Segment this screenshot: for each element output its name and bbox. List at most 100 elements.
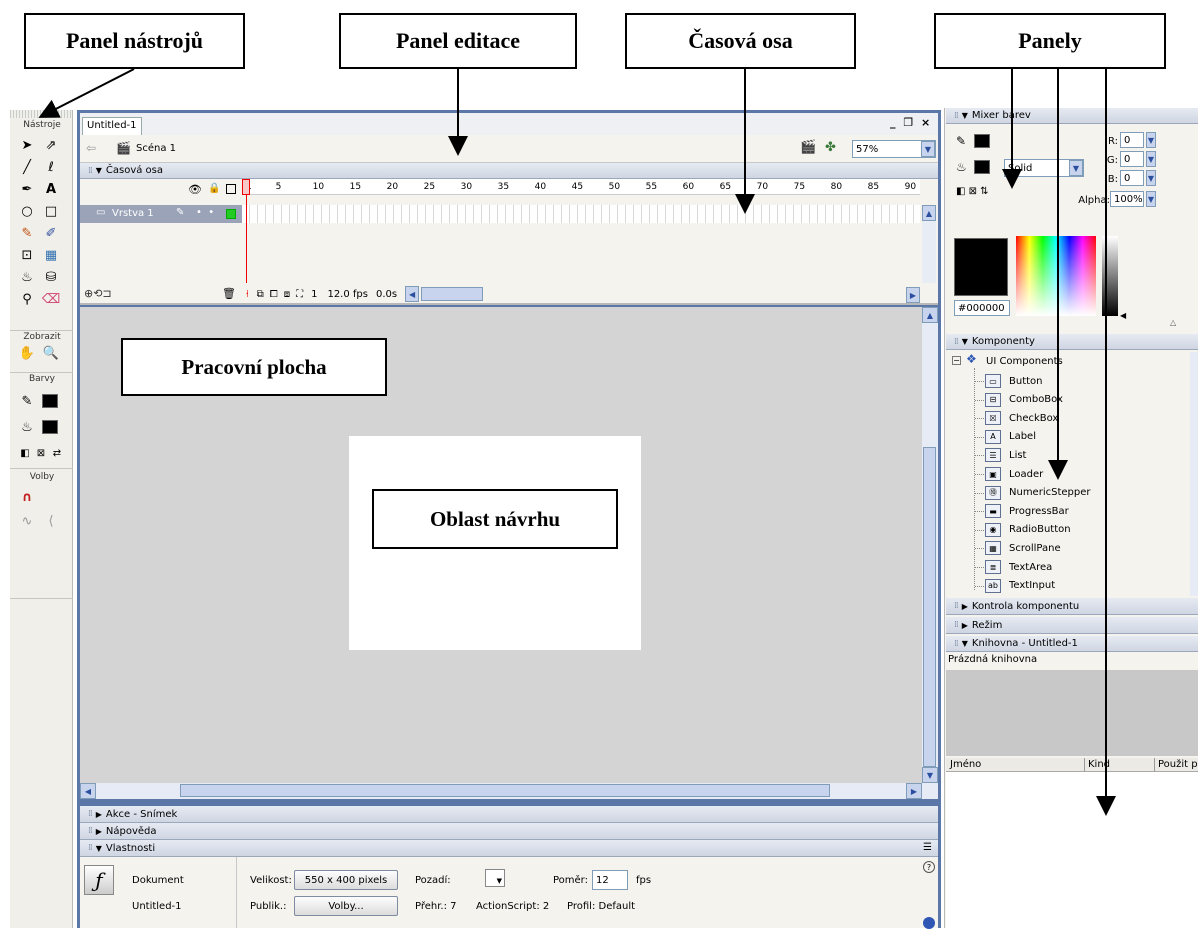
color-spectrum[interactable] <box>1016 236 1096 316</box>
zoom-select[interactable]: 57% ▼ <box>852 140 936 158</box>
pen-tool-icon[interactable]: ✒ <box>18 180 36 198</box>
library-header[interactable]: ⁞⁞ ▼ Knihovna - Untitled-1 <box>946 636 1198 652</box>
fill-color-icon[interactable]: ♨ <box>956 160 967 174</box>
b-chevron-icon[interactable]: ▼ <box>1146 170 1156 186</box>
onion-outline-icon[interactable]: ⧠ <box>270 289 278 300</box>
panel-menu-icon[interactable]: ☰ <box>923 842 932 853</box>
frame-ruler[interactable]: 151015202530354045505560657075808590 <box>242 179 920 195</box>
tree-collapse-icon[interactable]: − <box>952 356 961 365</box>
component-item[interactable]: ☰ List <box>975 446 1026 464</box>
panel-properties-header[interactable]: ⁞⁞ ▼ Vlastnosti ☰ <box>80 840 938 857</box>
stage-scroll-up-icon[interactable]: ▲ <box>922 307 938 323</box>
components-header[interactable]: ⁞⁞ ▼ Komponenty <box>946 334 1198 350</box>
component-item[interactable]: A Label <box>975 428 1036 446</box>
component-item[interactable]: ▭ Button <box>975 372 1043 390</box>
eraser-tool-icon[interactable]: ⌫ <box>42 290 60 308</box>
component-item[interactable]: ⓾ NumericStepper <box>975 484 1090 502</box>
delete-layer-icon[interactable]: 🗑 <box>222 287 236 300</box>
library-col-name[interactable]: Jméno <box>950 759 981 770</box>
stroke-color-swatch[interactable] <box>42 394 58 408</box>
component-item[interactable]: ◉ RadioButton <box>975 521 1071 539</box>
components-vscroll[interactable] <box>1190 352 1198 596</box>
b-input[interactable]: 0 <box>1120 170 1144 186</box>
timeline-hscroll-thumb[interactable] <box>421 287 484 301</box>
lock-icon[interactable]: 🔒 <box>208 183 220 194</box>
line-tool-icon[interactable]: ╱ <box>18 158 36 176</box>
mixer-stroke-swatch[interactable] <box>974 134 990 148</box>
expand-icon[interactable] <box>923 917 935 929</box>
document-tab[interactable]: Untitled-1 <box>82 117 142 135</box>
alpha-chevron-icon[interactable]: ▼ <box>1146 191 1156 207</box>
straighten-icon[interactable]: ⟨ <box>42 512 60 530</box>
stroke-color-icon[interactable]: ✎ <box>956 134 966 148</box>
eye-icon[interactable]: 👁 <box>188 183 202 196</box>
component-item[interactable]: ≣ TextArea <box>975 558 1052 576</box>
options-button[interactable]: Volby... <box>294 896 398 916</box>
component-item[interactable]: ab TextInput <box>975 577 1055 595</box>
rectangle-tool-icon[interactable]: □ <box>42 202 60 220</box>
eyedropper-tool-icon[interactable]: ⚲ <box>18 290 36 308</box>
subselection-tool-icon[interactable]: ⇗ <box>42 136 60 154</box>
back-arrow-icon[interactable]: ⇦ <box>86 141 96 155</box>
inspector-header[interactable]: ⁞⁞ ▶ Kontrola komponentu <box>946 598 1198 615</box>
stage-scroll-right-icon[interactable]: ▶ <box>906 783 922 799</box>
panel-actions-header[interactable]: ⁞⁞ ▶ Akce - Snímek <box>80 806 938 823</box>
onion-skin-icon[interactable]: ⧉ <box>257 289 264 300</box>
scroll-left-icon[interactable]: ◀ <box>405 286 420 302</box>
add-layer-icon[interactable]: ⊕⟲⊐ <box>84 287 112 300</box>
edit-multiple-icon[interactable]: ⧈ <box>284 289 290 300</box>
outline-icon[interactable] <box>226 184 236 194</box>
ink-bottle-tool-icon[interactable]: ♨ <box>18 268 36 286</box>
fill-color-icon[interactable]: ♨ <box>18 418 36 436</box>
timeline-vscroll[interactable]: ▲ <box>922 205 936 283</box>
chevron-down-icon[interactable]: ▼ <box>921 141 935 157</box>
components-group-label[interactable]: UI Components <box>986 356 1063 367</box>
zoom-tool-icon[interactable]: 🔍 <box>42 344 60 362</box>
window-controls[interactable]: _ ❐ × <box>890 116 932 129</box>
edit-symbol-icon[interactable]: ✤ <box>825 140 836 155</box>
component-item[interactable]: ▬ ProgressBar <box>975 502 1069 520</box>
mode-header[interactable]: ⁞⁞ ▶ Režim <box>946 617 1198 634</box>
stroke-color-icon[interactable]: ✎ <box>18 392 36 410</box>
playhead-handle[interactable] <box>242 179 250 195</box>
text-tool-icon[interactable]: A <box>42 180 60 198</box>
hand-tool-icon[interactable]: ✋ <box>18 344 36 362</box>
oval-tool-icon[interactable]: ○ <box>18 202 36 220</box>
toolbox-grip[interactable] <box>10 110 73 118</box>
frame-cells[interactable] <box>242 205 920 223</box>
selection-tool-icon[interactable]: ➤ <box>18 136 36 154</box>
scene-label[interactable]: Scéna 1 <box>136 143 176 154</box>
component-item[interactable]: ⊟ ComboBox <box>975 391 1063 409</box>
library-col-usage[interactable]: Použit p <box>1158 759 1198 770</box>
g-input[interactable]: 0 <box>1120 151 1144 167</box>
edit-scene-icon[interactable]: 🎬 <box>800 140 816 155</box>
stage-scroll-down-icon[interactable]: ▼ <box>922 767 938 783</box>
layer-row[interactable]: ▭ Vrstva 1 ✎ • • <box>80 205 242 223</box>
library-col-kind[interactable]: Kind <box>1088 759 1110 770</box>
g-chevron-icon[interactable]: ▼ <box>1146 151 1156 167</box>
lasso-tool-icon[interactable]: ℓ <box>42 158 60 176</box>
component-item[interactable]: ▣ Loader <box>975 465 1043 483</box>
fill-color-swatch[interactable] <box>42 420 58 434</box>
r-input[interactable]: 0 <box>1120 132 1144 148</box>
brightness-pointer-icon[interactable]: ◀ <box>1120 311 1126 320</box>
collapse-mixer-icon[interactable]: △ <box>1170 318 1176 327</box>
scroll-right-icon[interactable]: ▶ <box>906 287 920 303</box>
modify-markers-icon[interactable]: ⛶ <box>296 289 303 300</box>
mixer-swap-icons[interactable]: ◧ ⊠ ⇅ <box>956 186 989 197</box>
smooth-icon[interactable]: ∿ <box>18 512 36 530</box>
fill-transform-tool-icon[interactable]: ▦ <box>42 246 60 264</box>
timeline-header[interactable]: ⁞⁞ ▼ Časová osa <box>80 163 938 179</box>
center-frame-icon[interactable]: ⍿ <box>246 289 249 300</box>
help-icon[interactable]: ? <box>923 861 935 873</box>
fill-type-select[interactable]: Solid ▼ <box>1004 159 1084 177</box>
mixer-fill-swatch[interactable] <box>974 160 990 174</box>
panel-help-header[interactable]: ⁞⁞ ▶ Nápověda <box>80 823 938 840</box>
component-item[interactable]: ▦ ScrollPane <box>975 539 1061 557</box>
stage-vscroll[interactable]: ▲ ▼ <box>922 307 938 783</box>
r-chevron-icon[interactable]: ▼ <box>1146 132 1156 148</box>
swap-colors-icon[interactable]: ⇄ <box>48 444 66 462</box>
scroll-up-icon[interactable]: ▲ <box>922 205 936 221</box>
hex-input[interactable]: #000000 <box>954 300 1010 316</box>
stage-scroll-left-icon[interactable]: ◀ <box>80 783 96 799</box>
